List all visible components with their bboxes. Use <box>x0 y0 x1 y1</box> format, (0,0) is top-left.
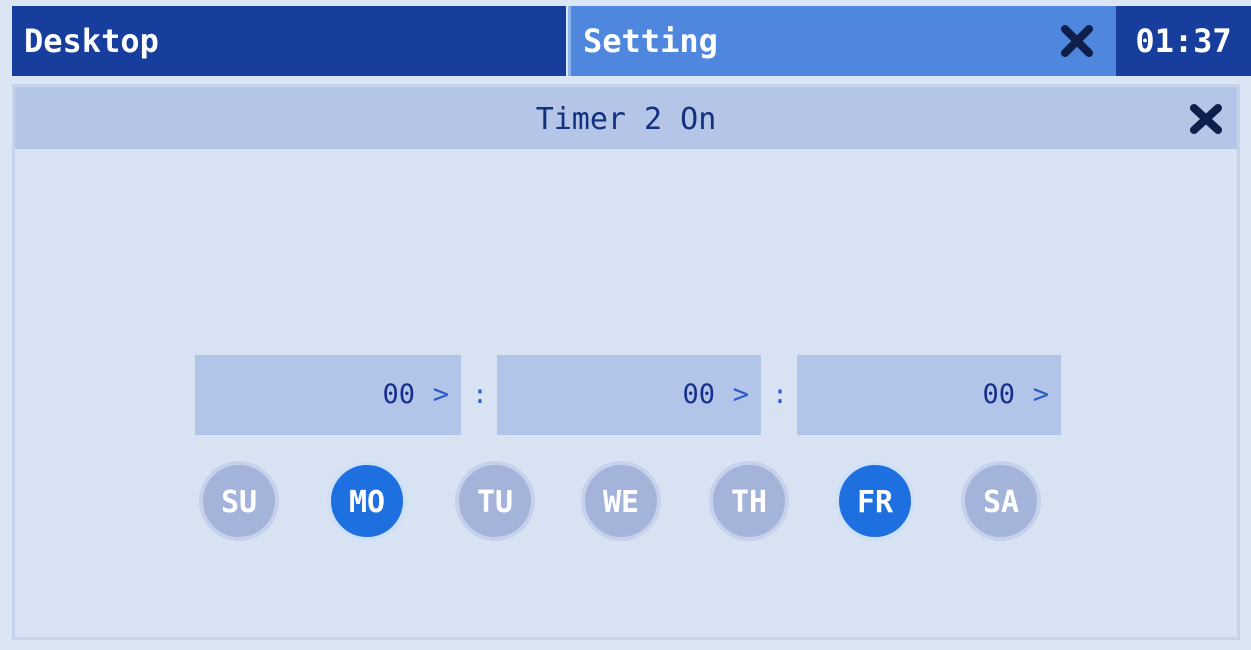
time-separator: : <box>472 380 488 410</box>
day-button-su[interactable]: SU <box>199 461 279 541</box>
chevron-right-icon[interactable]: > <box>433 355 449 435</box>
device-screen: Desktop Setting 01:37 Timer 2 On 00 > : … <box>0 0 1251 650</box>
chevron-right-icon[interactable]: > <box>1033 355 1049 435</box>
close-icon[interactable] <box>1189 103 1223 135</box>
tab-desktop[interactable]: Desktop <box>12 6 566 76</box>
top-bar: Desktop Setting 01:37 <box>8 6 1251 76</box>
day-label: TH <box>730 485 768 520</box>
minutes-field[interactable]: 00 > <box>497 355 761 435</box>
day-label: SA <box>982 485 1020 520</box>
day-label: SU <box>220 485 258 520</box>
dialog-header: Timer 2 On <box>15 87 1237 149</box>
day-button-we[interactable]: WE <box>581 461 661 541</box>
seconds-field[interactable]: 00 > <box>797 355 1061 435</box>
seconds-value: 00 <box>982 379 1015 410</box>
day-label: WE <box>602 485 640 520</box>
close-icon[interactable] <box>1060 24 1094 58</box>
tab-setting[interactable]: Setting <box>568 6 1116 76</box>
day-label: MO <box>348 485 386 520</box>
day-button-th[interactable]: TH <box>709 461 789 541</box>
tab-setting-label: Setting <box>583 22 718 60</box>
day-button-sa[interactable]: SA <box>961 461 1041 541</box>
day-button-tu[interactable]: TU <box>455 461 535 541</box>
minutes-value: 00 <box>682 379 715 410</box>
hours-field[interactable]: 00 > <box>195 355 461 435</box>
day-button-fr[interactable]: FR <box>835 461 915 541</box>
clock: 01:37 <box>1116 6 1251 76</box>
hours-value: 00 <box>382 379 415 410</box>
time-separator: : <box>772 380 788 410</box>
chevron-right-icon[interactable]: > <box>733 355 749 435</box>
day-label: TU <box>476 485 514 520</box>
day-label: FR <box>856 485 894 520</box>
dialog-title: Timer 2 On <box>535 102 717 137</box>
day-button-mo[interactable]: MO <box>327 461 407 541</box>
tab-desktop-label: Desktop <box>24 22 159 60</box>
timer-dialog: Timer 2 On 00 > : 00 > : 00 > SU MO TU W… <box>12 84 1240 640</box>
